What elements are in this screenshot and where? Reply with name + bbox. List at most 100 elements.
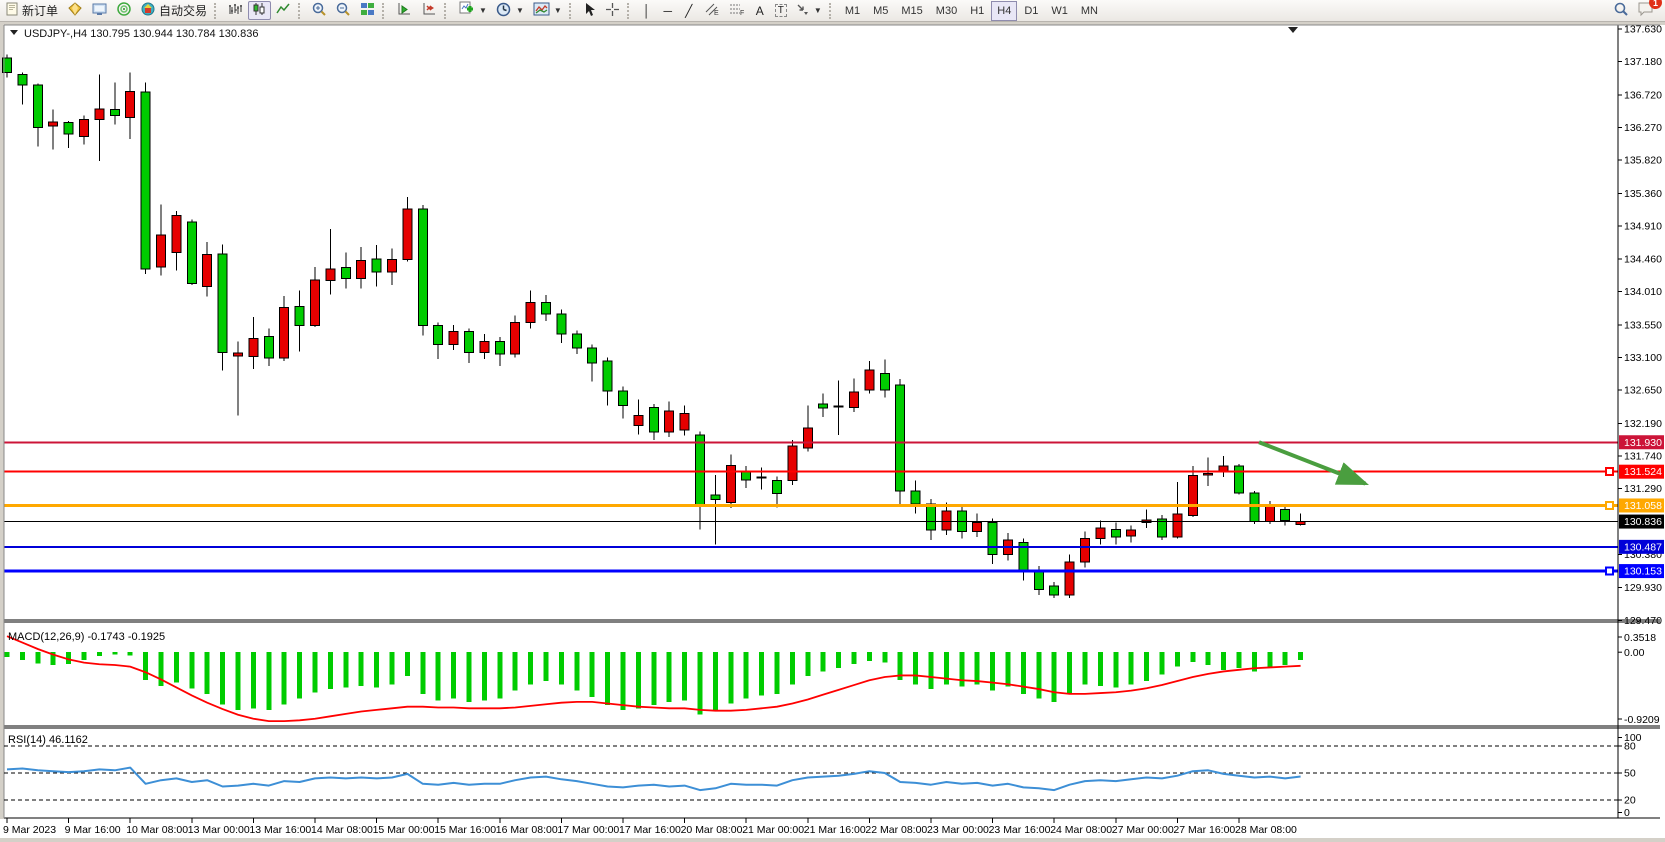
candle[interactable] <box>1173 514 1182 537</box>
candle[interactable] <box>788 446 797 481</box>
candle[interactable] <box>49 122 58 126</box>
trendline-tool-button[interactable]: ╱ <box>679 1 699 20</box>
candle[interactable] <box>495 341 504 353</box>
candle[interactable] <box>665 411 674 432</box>
line-handle[interactable] <box>1606 502 1613 509</box>
candle[interactable] <box>388 260 397 272</box>
line-handle[interactable] <box>1606 468 1613 475</box>
templates-button[interactable]: ▼ <box>529 1 566 20</box>
candle[interactable] <box>465 331 474 352</box>
zoom-out-button[interactable] <box>332 1 355 20</box>
cursor-tool-button[interactable] <box>579 1 600 20</box>
candle[interactable] <box>1204 473 1213 474</box>
candle[interactable] <box>834 406 843 407</box>
candle[interactable] <box>1034 571 1043 589</box>
candle[interactable] <box>341 268 350 279</box>
scroll-to-end-button[interactable] <box>392 1 416 20</box>
candle[interactable] <box>572 334 581 348</box>
candle[interactable] <box>326 269 335 281</box>
candle[interactable] <box>403 209 412 260</box>
price-chart[interactable]: USDJPY-,H4 130.795 130.944 130.784 130.8… <box>0 0 1665 842</box>
new-chart-button[interactable] <box>63 1 87 20</box>
horizontal-line-tool-button[interactable]: ─ <box>658 1 678 20</box>
periods-button[interactable]: ▼ <box>492 1 528 20</box>
search-icon[interactable] <box>1613 1 1629 20</box>
tab-h4[interactable]: H4 <box>991 1 1017 21</box>
tab-h1[interactable]: H1 <box>964 1 990 21</box>
candle[interactable] <box>634 415 643 425</box>
candle[interactable] <box>865 370 874 390</box>
candle[interactable] <box>1250 493 1259 521</box>
candle[interactable] <box>1081 539 1090 562</box>
candle[interactable] <box>449 331 458 344</box>
auto-scroll-button[interactable] <box>417 1 441 20</box>
candle[interactable] <box>1111 529 1120 537</box>
auto-trading-button[interactable]: 自动交易 <box>137 1 211 20</box>
candle[interactable] <box>18 75 27 85</box>
candle[interactable] <box>542 302 551 314</box>
tab-mn[interactable]: MN <box>1075 1 1104 21</box>
candle[interactable] <box>311 280 320 326</box>
candle[interactable] <box>1235 466 1244 493</box>
candle[interactable] <box>1281 510 1290 521</box>
candle[interactable] <box>80 120 89 137</box>
candle[interactable] <box>141 92 150 269</box>
candlestick-chart-button[interactable] <box>248 1 271 20</box>
line-handle[interactable] <box>1606 568 1613 575</box>
candle[interactable] <box>434 326 443 345</box>
candle[interactable] <box>880 373 889 390</box>
zoom-in-button[interactable] <box>308 1 331 20</box>
arrows-tool-button[interactable]: ▼ <box>792 1 826 20</box>
market-watch-button[interactable] <box>88 1 112 20</box>
bar-chart-button[interactable] <box>224 1 247 20</box>
candle[interactable] <box>187 222 196 284</box>
candle[interactable] <box>249 339 258 357</box>
candle[interactable] <box>588 348 597 363</box>
tile-windows-button[interactable] <box>356 1 379 20</box>
candle[interactable] <box>234 353 243 356</box>
candle[interactable] <box>1096 528 1105 539</box>
new-order-button[interactable]: 新订单 <box>2 1 62 20</box>
candle[interactable] <box>264 336 273 358</box>
candle[interactable] <box>295 307 304 326</box>
candle[interactable] <box>418 209 427 326</box>
candle[interactable] <box>619 391 628 406</box>
candle[interactable] <box>1127 530 1136 536</box>
candle[interactable] <box>95 109 104 120</box>
candle[interactable] <box>819 404 828 408</box>
candle[interactable] <box>757 477 766 478</box>
candle[interactable] <box>711 495 720 499</box>
candle[interactable] <box>372 259 381 272</box>
candle[interactable] <box>850 392 859 407</box>
tab-m5[interactable]: M5 <box>867 1 894 21</box>
candle[interactable] <box>280 307 289 358</box>
candle[interactable] <box>773 481 782 494</box>
candle[interactable] <box>511 323 520 354</box>
candle[interactable] <box>911 491 920 504</box>
candle[interactable] <box>973 523 982 532</box>
candle[interactable] <box>988 523 997 555</box>
signals-button[interactable] <box>113 1 136 20</box>
channel-tool-button[interactable]: E <box>700 1 724 20</box>
tab-d1[interactable]: D1 <box>1018 1 1044 21</box>
fibonacci-tool-button[interactable]: F <box>725 1 749 20</box>
tab-w1[interactable]: W1 <box>1045 1 1074 21</box>
candle[interactable] <box>172 215 181 252</box>
candle[interactable] <box>649 407 658 432</box>
candle[interactable] <box>927 504 936 530</box>
candle[interactable] <box>680 413 689 430</box>
vertical-line-tool-button[interactable]: │ <box>637 1 657 20</box>
candle[interactable] <box>557 314 566 334</box>
candle[interactable] <box>526 302 535 322</box>
candle[interactable] <box>803 428 812 448</box>
candle[interactable] <box>1265 506 1274 521</box>
text-tool-button[interactable]: A <box>750 1 770 20</box>
candle[interactable] <box>603 361 612 391</box>
candle[interactable] <box>110 109 119 115</box>
crosshair-tool-button[interactable] <box>601 1 624 20</box>
tab-m30[interactable]: M30 <box>930 1 963 21</box>
notifications-button[interactable]: 1 <box>1637 1 1655 20</box>
candle[interactable] <box>696 435 705 505</box>
candle[interactable] <box>157 235 166 267</box>
candle[interactable] <box>64 123 73 135</box>
